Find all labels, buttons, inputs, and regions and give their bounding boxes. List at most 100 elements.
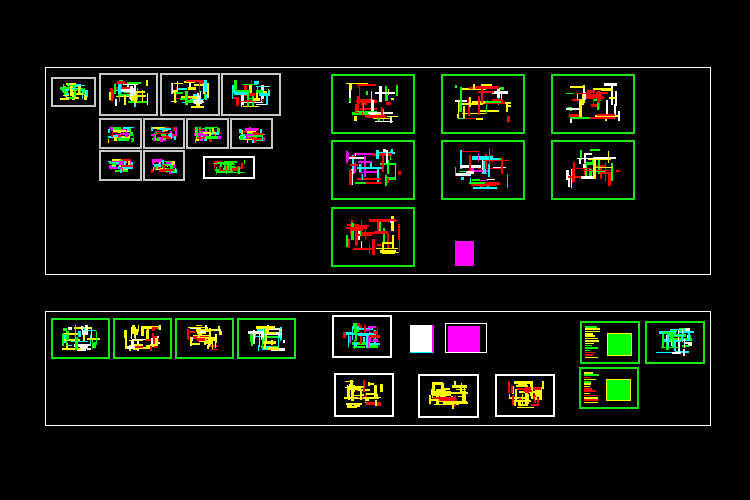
drawing-mark bbox=[584, 378, 596, 381]
drawing-mark bbox=[369, 335, 380, 338]
drawing-mark bbox=[113, 137, 117, 142]
drawing-mark bbox=[565, 92, 575, 95]
drawing-mark bbox=[175, 169, 177, 174]
drawing-mark bbox=[375, 149, 379, 160]
drawing-mark bbox=[477, 109, 499, 112]
drawing-mark bbox=[207, 345, 209, 350]
drawing-mark bbox=[369, 325, 373, 330]
drawing-mark bbox=[152, 327, 155, 332]
drawing-sheet-details[interactable] bbox=[331, 140, 415, 200]
drawing-mark bbox=[74, 337, 78, 351]
drawing-mark bbox=[132, 134, 134, 139]
drawing-mark bbox=[376, 244, 382, 247]
drawing-sheet-index[interactable] bbox=[51, 77, 96, 107]
drawing-mark bbox=[189, 339, 192, 347]
drawing-mark bbox=[170, 100, 177, 103]
drawing-mark bbox=[173, 164, 175, 169]
drawing-mark bbox=[352, 247, 372, 251]
drawing-mark bbox=[457, 395, 462, 398]
drawing-sheet-site[interactable] bbox=[332, 315, 392, 358]
drawing-sheet-structure[interactable] bbox=[441, 74, 525, 134]
drawing-mark bbox=[364, 398, 369, 401]
drawing-mark bbox=[357, 160, 372, 164]
drawing-sheet-plan[interactable] bbox=[418, 374, 479, 418]
drawing-sheet-elevation[interactable] bbox=[230, 118, 273, 149]
drawing-mark bbox=[174, 136, 176, 141]
drawing-mark bbox=[96, 330, 98, 345]
drawing-sheet-structure[interactable] bbox=[331, 74, 415, 134]
white-block[interactable] bbox=[410, 325, 434, 353]
drawing-mark bbox=[115, 99, 117, 107]
drawing-sheet-plan[interactable] bbox=[495, 374, 555, 417]
drawing-mark bbox=[478, 95, 480, 115]
magenta-block[interactable] bbox=[455, 241, 474, 266]
drawing-mark bbox=[369, 112, 376, 116]
drawing-mark bbox=[346, 405, 358, 409]
drawing-mark bbox=[129, 97, 132, 101]
drawing-mark bbox=[506, 105, 511, 107]
drawing-sheet-plan[interactable] bbox=[237, 318, 296, 359]
drawing-mark bbox=[71, 87, 77, 89]
drawing-mark bbox=[110, 160, 124, 163]
drawing-mark bbox=[79, 89, 81, 93]
drawing-mark bbox=[209, 327, 211, 342]
drawing-mark bbox=[373, 117, 392, 120]
drawing-mark bbox=[585, 351, 595, 354]
drawing-sheet-section[interactable] bbox=[143, 150, 185, 181]
drawing-mark bbox=[111, 132, 114, 137]
drawing-mark bbox=[492, 166, 507, 169]
drawing-mark bbox=[511, 395, 515, 406]
drawing-sheet-notes[interactable] bbox=[580, 321, 640, 364]
drawing-sheet-elevation[interactable] bbox=[186, 118, 229, 149]
drawing-mark bbox=[469, 177, 472, 183]
drawing-mark bbox=[472, 186, 498, 189]
drawing-sheet-notes[interactable] bbox=[579, 367, 639, 409]
drawing-mark bbox=[119, 79, 124, 82]
drawing-mark bbox=[583, 163, 587, 168]
drawing-sheet-structure[interactable] bbox=[551, 74, 635, 134]
drawing-mark bbox=[386, 149, 389, 163]
drawing-sheet-plan[interactable] bbox=[160, 73, 220, 116]
drawing-sheet-plan[interactable] bbox=[334, 373, 394, 417]
drawing-mark bbox=[124, 134, 128, 138]
drawing-mark bbox=[258, 93, 268, 96]
drawing-sheet-structure[interactable] bbox=[551, 140, 635, 200]
drawing-title-table[interactable] bbox=[203, 156, 255, 179]
drawing-mark bbox=[237, 167, 241, 174]
drawing-mark bbox=[172, 160, 174, 165]
drawing-mark bbox=[191, 342, 200, 346]
drawing-sheet-elevation[interactable] bbox=[99, 118, 142, 149]
drawing-mark bbox=[511, 385, 513, 394]
drawing-mark bbox=[197, 137, 205, 140]
drawing-mark bbox=[159, 128, 172, 131]
drawing-mark bbox=[455, 84, 457, 88]
drawing-sheet-details[interactable] bbox=[645, 321, 705, 364]
drawing-mark bbox=[253, 330, 255, 344]
drawing-mark bbox=[585, 337, 599, 340]
drawing-mark bbox=[590, 116, 617, 119]
drawing-mark bbox=[120, 131, 131, 133]
drawing-sheet-plan[interactable] bbox=[175, 318, 234, 359]
drawing-mark bbox=[585, 354, 594, 356]
drawing-mark bbox=[155, 164, 158, 169]
drawing-mark bbox=[365, 114, 386, 118]
drawing-sheet-plan[interactable] bbox=[51, 318, 110, 359]
drawing-mark bbox=[256, 89, 263, 93]
magenta-sheet[interactable] bbox=[445, 323, 487, 353]
drawing-mark bbox=[87, 348, 91, 350]
drawing-mark bbox=[585, 340, 599, 342]
drawing-sheet-plan[interactable] bbox=[99, 73, 158, 116]
drawing-mark bbox=[347, 238, 351, 249]
drawing-sheet-plan[interactable] bbox=[113, 318, 172, 359]
drawing-mark bbox=[472, 83, 476, 89]
drawing-mark bbox=[397, 170, 401, 175]
drawing-sheet-structure[interactable] bbox=[331, 207, 415, 267]
drawing-mark bbox=[428, 395, 431, 405]
drawing-mark bbox=[363, 325, 366, 334]
drawing-mark bbox=[141, 326, 145, 336]
drawing-sheet-section[interactable] bbox=[99, 150, 142, 181]
drawing-mark bbox=[485, 100, 501, 103]
drawing-sheet-plan[interactable] bbox=[221, 73, 281, 116]
drawing-sheet-details[interactable] bbox=[441, 140, 525, 200]
drawing-sheet-elevation[interactable] bbox=[143, 118, 185, 149]
